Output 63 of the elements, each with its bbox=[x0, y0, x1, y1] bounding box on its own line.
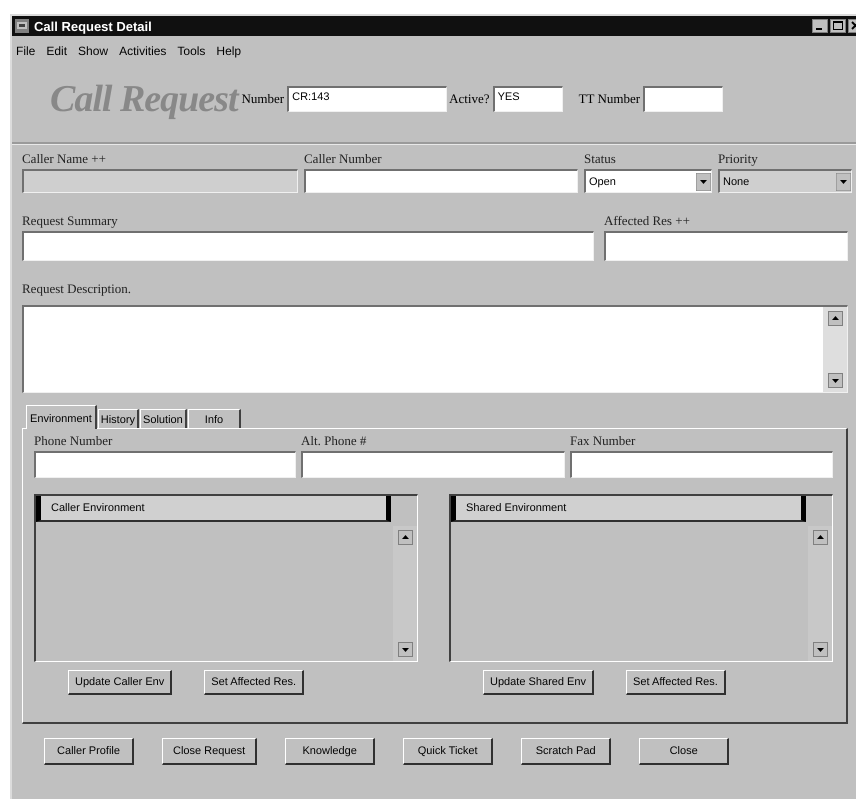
input-field[interactable] bbox=[643, 86, 724, 112]
dropdown[interactable]: Open bbox=[584, 169, 712, 193]
scrollbar[interactable] bbox=[808, 526, 832, 661]
logo-title: Call Request bbox=[50, 77, 238, 121]
tab[interactable]: Solution bbox=[140, 409, 187, 428]
menu-item[interactable]: Edit bbox=[46, 44, 68, 58]
input-field[interactable] bbox=[301, 451, 565, 478]
button[interactable]: Set Affected Res. bbox=[204, 670, 304, 695]
button[interactable]: Close bbox=[639, 738, 730, 765]
input-field[interactable]: CR:143 bbox=[287, 86, 448, 112]
list-header: Caller Environment bbox=[36, 496, 391, 522]
dropdown-arrow-icon[interactable] bbox=[696, 172, 711, 190]
list-box[interactable]: Caller Environment bbox=[34, 494, 418, 662]
field-label: Caller Name ++ bbox=[22, 151, 107, 167]
button[interactable]: Scratch Pad bbox=[521, 738, 612, 765]
list-box[interactable]: Shared Environment bbox=[449, 494, 833, 662]
tab[interactable]: History bbox=[98, 409, 139, 428]
button[interactable]: Close Request bbox=[162, 738, 258, 765]
scrollbar[interactable] bbox=[823, 307, 847, 392]
scroll-up-icon[interactable] bbox=[398, 530, 412, 545]
minimize-icon[interactable] bbox=[812, 19, 828, 33]
field-label: Request Description. bbox=[22, 281, 132, 297]
menu-item[interactable]: Activities bbox=[119, 44, 166, 58]
window-title: Call Request Detail bbox=[34, 18, 153, 34]
scrollbar[interactable] bbox=[393, 526, 417, 661]
tab[interactable]: Info bbox=[188, 409, 242, 428]
button[interactable]: Update Caller Env bbox=[68, 670, 172, 695]
field-label: Alt. Phone # bbox=[301, 433, 368, 449]
button[interactable]: Caller Profile bbox=[44, 738, 134, 765]
button[interactable]: Set Affected Res. bbox=[626, 670, 726, 695]
scroll-down-icon[interactable] bbox=[812, 642, 828, 657]
field-label: Number bbox=[242, 91, 284, 107]
field-label: Fax Number bbox=[570, 433, 636, 449]
scroll-up-icon[interactable] bbox=[812, 530, 828, 545]
menu-item[interactable]: Show bbox=[78, 44, 108, 58]
menu-item[interactable]: File bbox=[16, 44, 36, 58]
field-label: Active? bbox=[449, 91, 490, 107]
button[interactable]: Quick Ticket bbox=[403, 738, 494, 765]
field-label: Status bbox=[584, 151, 617, 167]
field-label: Affected Res ++ bbox=[604, 213, 691, 229]
scroll-up-icon[interactable] bbox=[828, 311, 842, 326]
field-label: Request Summary bbox=[22, 213, 119, 229]
list-header: Shared Environment bbox=[451, 496, 806, 522]
input-field[interactable] bbox=[22, 231, 594, 261]
field-label: Caller Number bbox=[304, 151, 383, 167]
input-field[interactable] bbox=[34, 451, 296, 478]
menu-item[interactable]: Help bbox=[216, 44, 242, 58]
menu-item[interactable]: Tools bbox=[177, 44, 206, 58]
input-field[interactable] bbox=[604, 231, 848, 261]
input-field[interactable]: YES bbox=[492, 86, 563, 112]
maximize-icon[interactable] bbox=[830, 19, 846, 33]
button[interactable]: Knowledge bbox=[285, 738, 376, 765]
button[interactable]: Update Shared Env bbox=[483, 670, 594, 695]
app-icon[interactable] bbox=[14, 18, 30, 34]
text-area[interactable] bbox=[22, 305, 848, 393]
input-field[interactable] bbox=[570, 451, 833, 478]
scroll-down-icon[interactable] bbox=[828, 373, 842, 388]
scroll-down-icon[interactable] bbox=[398, 642, 412, 657]
field-label: TT Number bbox=[578, 91, 640, 107]
tab[interactable]: Environment bbox=[26, 405, 97, 429]
input-field[interactable] bbox=[304, 169, 578, 193]
field-label: Priority bbox=[718, 151, 759, 167]
field-label: Phone Number bbox=[34, 433, 114, 449]
